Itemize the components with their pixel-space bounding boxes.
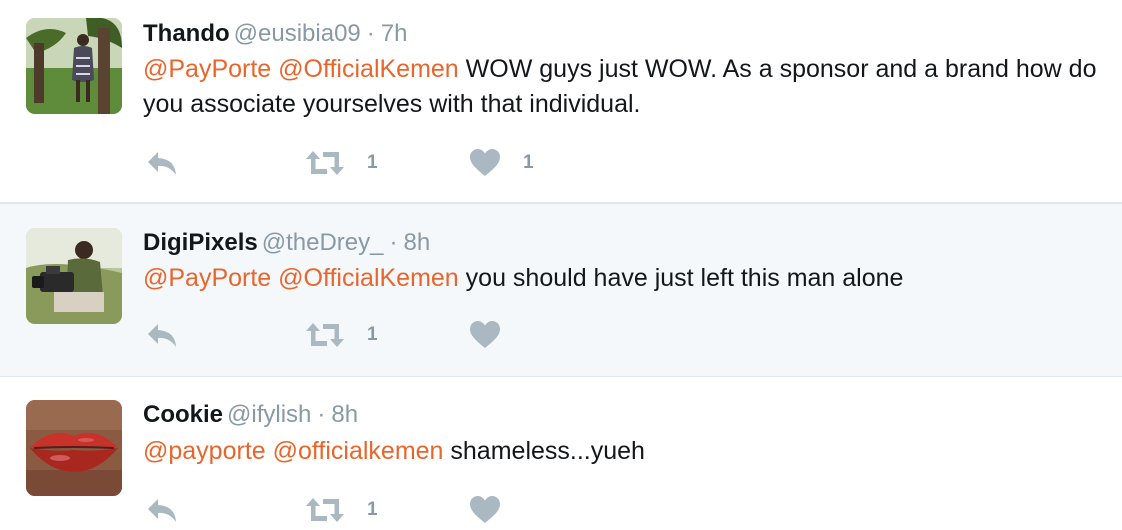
tweet-header: Thando @eusibia09 · 7h [143,18,407,50]
username[interactable]: @ifylish [227,401,311,428]
display-name[interactable]: DigiPixels [143,229,258,256]
retweet-icon [306,498,344,522]
tweet-text: @PayPorte @OfficialKemen WOW guys just W… [143,52,1113,122]
tweet[interactable]: Cookie @ifylish · 8h @payporte @officialkem… [0,377,1122,530]
tweet[interactable]: Thando @eusibia09 · 7h @PayPorte @OfficialK… [0,0,1122,203]
retweet-icon [306,323,344,347]
heart-icon [470,321,500,348]
heart-icon [470,496,500,523]
retweet-count: 1 [367,499,378,520]
retweet-button[interactable]: 1 [305,317,378,353]
mention-link[interactable]: @OfficialKemen [278,55,459,83]
username[interactable]: @theDrey_ [262,229,384,256]
avatar[interactable] [26,18,122,114]
username[interactable]: @eusibia09 [234,20,361,47]
mention-link[interactable]: @OfficialKemen [278,264,459,292]
separator: · [317,401,326,428]
display-name[interactable]: Thando [143,20,230,47]
retweet-icon [306,151,344,175]
heart-icon [470,149,500,176]
like-button[interactable] [469,317,523,353]
tweet-body: shameless...yueh [450,437,645,465]
reply-icon [148,324,176,347]
retweet-button[interactable]: 1 [305,145,378,181]
tweet-header: DigiPixels @theDrey_ · 8h [143,227,430,259]
tweet-feed: Thando @eusibia09 · 7h @PayPorte @OfficialK… [0,0,1122,530]
red-lips-photo [26,400,122,496]
tweet-actions: 1 1 [143,145,643,181]
tweet-text: @payporte @officialkemen shameless...yue… [143,434,1113,469]
retweet-count: 1 [367,152,378,173]
tweet-actions: 1 [143,317,643,353]
display-name[interactable]: Cookie [143,401,223,428]
separator: · [366,20,375,47]
reply-button[interactable] [145,317,179,353]
like-button[interactable] [469,492,523,528]
mention-link[interactable]: @officialkemen [273,437,444,465]
timestamp[interactable]: 8h [403,229,430,256]
timestamp[interactable]: 8h [331,401,358,428]
woman-under-tree-photo [26,18,122,114]
like-count: 1 [523,152,534,173]
tweet-header: Cookie @ifylish · 8h [143,399,358,431]
tweet-actions: 1 [143,492,643,528]
tweet[interactable]: DigiPixels @theDrey_ · 8h @PayPorte @Offici… [0,203,1122,377]
reply-icon [148,152,176,175]
reply-button[interactable] [145,145,179,181]
separator: · [389,229,398,256]
tweet-body: you should have just left this man alone [465,264,904,292]
avatar[interactable] [26,228,122,324]
mention-link[interactable]: @PayPorte [143,55,271,83]
reply-icon [148,499,176,522]
tweet-text: @PayPorte @OfficialKemen you should have… [143,261,1113,296]
mention-link[interactable]: @payporte [143,437,266,465]
avatar[interactable] [26,400,122,496]
like-button[interactable]: 1 [469,145,534,181]
reply-button[interactable] [145,492,179,528]
retweet-button[interactable]: 1 [305,492,378,528]
mention-link[interactable]: @PayPorte [143,264,271,292]
timestamp[interactable]: 7h [381,20,408,47]
man-with-camera-photo [26,228,122,324]
retweet-count: 1 [367,324,378,345]
